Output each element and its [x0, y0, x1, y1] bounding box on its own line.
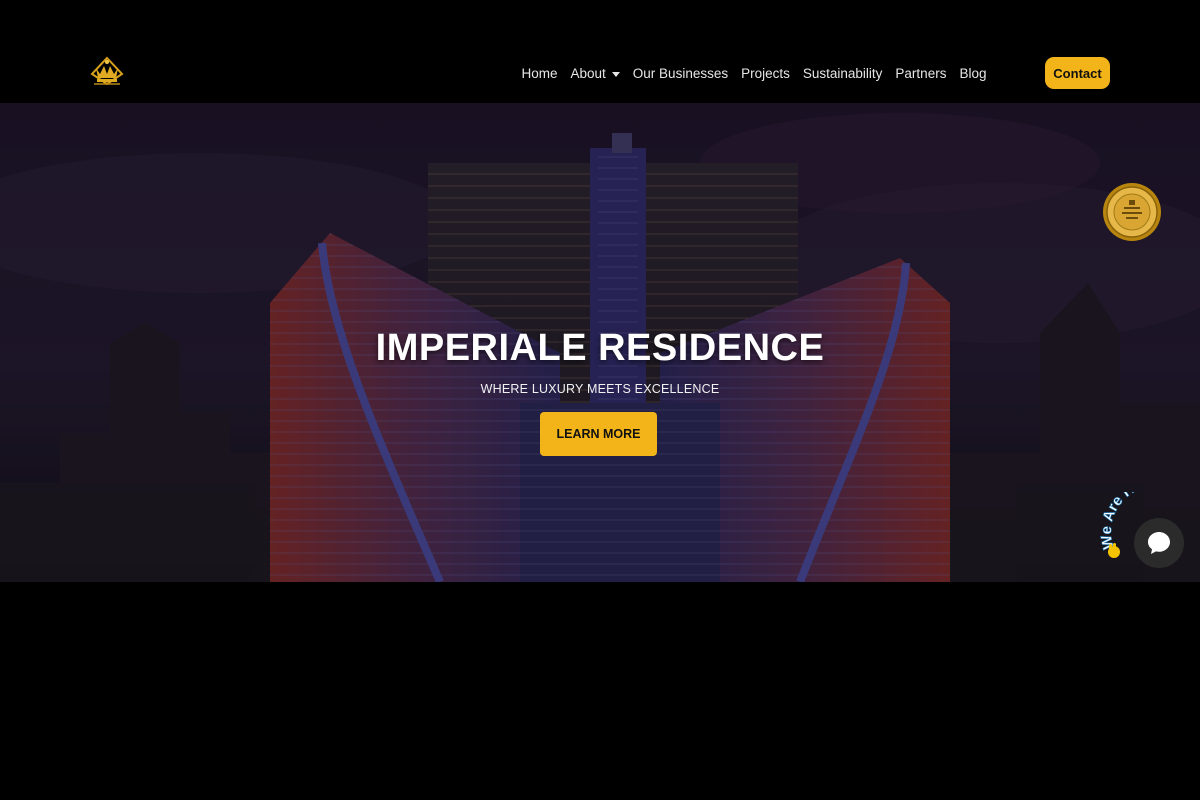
nav-our-businesses-label: Our Businesses: [632, 65, 729, 81]
contact-button[interactable]: Contact: [1045, 57, 1110, 89]
nav-blog-label: Blog: [959, 65, 987, 81]
nav-sustainability-label: Sustainability: [802, 65, 883, 81]
nav-about[interactable]: About: [564, 66, 626, 81]
nav-home-label: Home: [521, 65, 558, 81]
caret-down-icon: [611, 71, 620, 77]
chat-bubble-icon: [1148, 532, 1170, 554]
hero-title: IMPERIALE RESIDENCE: [375, 327, 825, 369]
waving-hand-icon: [1108, 543, 1120, 558]
nav-blog[interactable]: Blog: [953, 66, 993, 81]
nav-partners-label: Partners: [895, 65, 947, 81]
crown-crest-logo[interactable]: [88, 54, 126, 90]
gold-award-seal-icon[interactable]: [1102, 182, 1162, 242]
nav-sustainability[interactable]: Sustainability: [796, 66, 889, 81]
chat-open-button[interactable]: [1134, 518, 1184, 568]
nav-home[interactable]: Home: [515, 66, 564, 81]
nav-projects[interactable]: Projects: [735, 66, 797, 81]
nav-projects-label: Projects: [741, 65, 790, 81]
nav-about-label: About: [570, 65, 606, 81]
nav-our-businesses[interactable]: Our Businesses: [626, 66, 734, 81]
hero-section: IMPERIALE RESIDENCE WHERE LUXURY MEETS E…: [0, 103, 1200, 582]
navbar: Home About Our Businesses Projects Susta…: [0, 0, 1200, 103]
nav-partners[interactable]: Partners: [889, 66, 953, 81]
main-nav: Home About Our Businesses Projects Susta…: [515, 62, 993, 84]
hero-subtitle: WHERE LUXURY MEETS EXCELLENCE: [480, 382, 720, 396]
learn-more-button[interactable]: LEARN MORE: [540, 412, 657, 456]
